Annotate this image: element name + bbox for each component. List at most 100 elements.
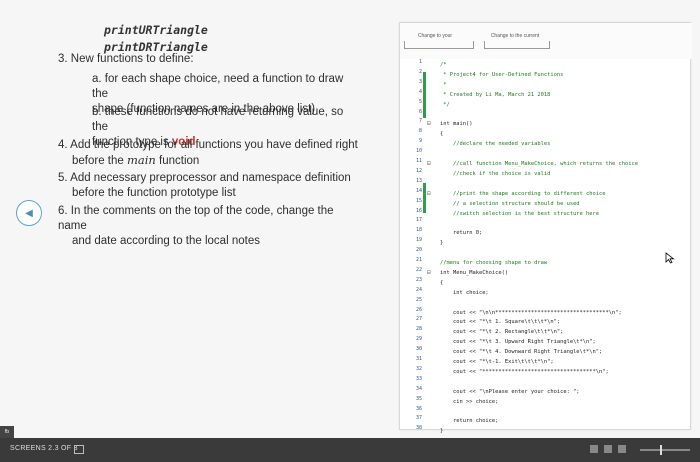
- instruction-item-4: 4. Add the prototype for all functions y…: [58, 138, 358, 169]
- line-number: 8: [418, 128, 422, 135]
- line-number: 29: [415, 336, 422, 343]
- code-line: * Project4 for User-Defined Functions: [440, 71, 564, 78]
- line-number: 31: [415, 356, 422, 362]
- annotation-bracket: [484, 41, 550, 49]
- instruction-text: a. for each shape choice, need a functio…: [92, 73, 344, 100]
- instruction-text: before the function prototype list: [72, 187, 236, 199]
- line-number: 27: [415, 316, 422, 323]
- line-number: 9: [418, 138, 422, 145]
- line-number: 34: [415, 385, 422, 392]
- annotation-caption: Change to the current: [490, 33, 540, 39]
- code-line: return 0;: [440, 230, 483, 237]
- instruction-item-5: 5. Add necessary preprocessor and namesp…: [58, 171, 358, 201]
- fold-toggle-icon[interactable]: ⊟: [427, 269, 431, 276]
- function-name: printURTriangle: [104, 23, 208, 37]
- code-line: //check if the choice is valid: [440, 170, 551, 177]
- tray-icon[interactable]: [604, 445, 612, 453]
- code-line: cout << "*\t 3. Upward Right Triangle\t*…: [440, 339, 596, 346]
- line-number: 11: [415, 158, 422, 164]
- fold-toggle-icon[interactable]: ⊟: [427, 120, 431, 127]
- line-number: 1: [418, 59, 422, 65]
- code-line: return choice;: [440, 418, 499, 425]
- line-number: 22: [415, 266, 422, 273]
- tray-icon[interactable]: [590, 445, 598, 453]
- tray-icon[interactable]: [618, 445, 626, 453]
- line-number: 10: [415, 148, 422, 155]
- line-number: 32: [415, 365, 422, 372]
- code-line: cout << "*\t-1. Exit\t\t\t*\n";: [440, 359, 554, 365]
- instruction-text: 4. Add the prototype for all functions y…: [58, 139, 358, 151]
- line-number: 37: [415, 415, 422, 422]
- code-line: cout << "*\t 1. Square\t\t\t*\n";: [440, 319, 561, 326]
- code-line: cout << "*\t 2. Rectangle\t\t*\n";: [440, 329, 564, 336]
- instruction-text: function: [155, 155, 200, 167]
- code-line: //declare the needed variables: [440, 141, 551, 148]
- main-keyword: main: [126, 153, 156, 167]
- line-number: 2: [418, 68, 422, 75]
- line-number: 5: [418, 98, 422, 105]
- code-line: int choice;: [440, 289, 489, 296]
- annotation-bracket: [404, 41, 474, 49]
- instruction-text: 6. In the comments on the top of the cod…: [58, 205, 334, 232]
- code-line: */: [440, 101, 450, 108]
- chevron-left-icon: ◀: [25, 207, 33, 219]
- line-number: 19: [415, 237, 422, 244]
- instruction-text: before the: [72, 155, 127, 167]
- line-number: 16: [415, 207, 422, 214]
- code-line: //switch selection is the best structure…: [440, 210, 600, 217]
- code-line: {: [440, 279, 444, 286]
- line-number: 36: [415, 405, 422, 412]
- code-line: cout << "*******************************…: [440, 368, 609, 375]
- instruction-text: before the main function: [58, 153, 358, 169]
- instruction-text: and date according to the local notes: [72, 235, 260, 247]
- code-annotation-header: Change to your Change to the current: [400, 23, 692, 59]
- code-line: * Created by Li Ma, March 21 2018: [440, 91, 551, 98]
- annotation-caption: Change to your: [417, 33, 453, 39]
- code-line: // a selection structure should be used: [440, 200, 580, 207]
- document-page: printURTriangle printDRTriangle 3. New f…: [0, 0, 700, 438]
- code-line: cin >> choice;: [440, 398, 499, 405]
- code-line: int Menu_MakeChoice(): [440, 269, 509, 276]
- fold-toggle-icon[interactable]: ⊟: [427, 190, 431, 197]
- line-number: 17: [415, 217, 422, 224]
- line-number: 13: [415, 177, 422, 184]
- line-number: 4: [418, 88, 422, 95]
- code-line: cout << "*\t 4. Downward Right Triangle\…: [440, 349, 603, 356]
- code-screenshot: Change to your Change to the current 123…: [399, 22, 692, 434]
- line-number: 30: [415, 346, 422, 353]
- code-line: }: [440, 240, 444, 247]
- line-number: 35: [415, 395, 422, 402]
- line-number: 38: [415, 425, 422, 432]
- change-marker: [423, 183, 426, 213]
- line-number: 33: [415, 375, 422, 382]
- instruction-item-6: 6. In the comments on the top of the cod…: [58, 204, 358, 249]
- line-number: 3: [418, 78, 422, 85]
- fold-toggle-icon[interactable]: ⊟: [427, 160, 431, 167]
- line-number: 14: [415, 187, 422, 194]
- line-number: 21: [415, 257, 422, 263]
- line-number: 18: [415, 227, 422, 234]
- line-number: 23: [415, 276, 422, 283]
- code-line: cout << "\n\n***************************…: [440, 309, 622, 316]
- line-number: 12: [415, 167, 422, 174]
- zoom-slider-thumb[interactable]: [660, 445, 662, 455]
- screens-label: SCREENS 2.3 OF 3: [10, 445, 78, 452]
- code-line: //menu for choosing shape to draw: [440, 260, 548, 266]
- line-number: 24: [415, 286, 422, 293]
- code-line: //print the shape according to different…: [440, 190, 606, 197]
- line-number: 28: [415, 326, 422, 333]
- code-line: //call function Menu_MakeChoice, which r…: [440, 161, 638, 167]
- instruction-text: b. these functions do not have returning…: [92, 106, 344, 133]
- function-name-list: printURTriangle printDRTriangle: [104, 22, 208, 56]
- previous-button[interactable]: ◀: [16, 200, 42, 226]
- fb-badge: fb: [0, 426, 14, 438]
- mouse-cursor-icon: [665, 252, 675, 264]
- code-line: cout << "\nPlease enter your choice: ";: [440, 388, 580, 395]
- line-number: 15: [415, 197, 422, 204]
- line-number: 20: [415, 247, 422, 254]
- code-line: *: [440, 81, 447, 88]
- code-line: }: [440, 428, 444, 435]
- window-icon[interactable]: [74, 445, 84, 454]
- code-line: {: [440, 131, 444, 138]
- zoom-slider[interactable]: [640, 449, 690, 451]
